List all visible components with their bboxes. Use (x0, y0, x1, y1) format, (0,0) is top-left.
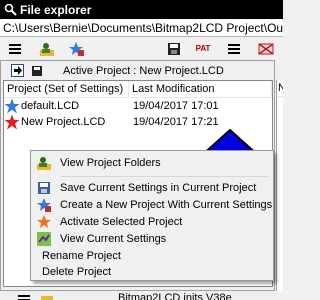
column-header-modification[interactable]: Last Modification (129, 81, 272, 97)
active-project-label: Active Project : New Project.LCD (63, 64, 224, 77)
save-icon (36, 180, 52, 196)
magnifier-icon (3, 3, 17, 17)
project-name: New Project.LCD (21, 116, 106, 128)
folder-icon[interactable] (40, 295, 54, 300)
red-star-icon (4, 114, 20, 130)
window-title: File explorer (20, 2, 92, 17)
context-menu: View Project Folders Save Current Settin… (30, 150, 274, 281)
blue-star-icon (4, 98, 20, 114)
right-panel: N (276, 80, 283, 291)
menu-item-label: Delete Project (42, 266, 112, 278)
menu-icon[interactable] (6, 40, 24, 57)
menu-item-label: View Current Settings (60, 233, 167, 245)
list-header: Project (Set of Settings) Last Modificat… (4, 81, 272, 98)
menu-icon[interactable] (17, 295, 31, 300)
project-name: default.LCD (21, 100, 80, 112)
menu-item-label: Rename Project (42, 250, 121, 262)
menu-item-view-project-folders[interactable]: View Project Folders (33, 154, 271, 172)
menu-item-delete-project[interactable]: Delete Project (33, 263, 271, 281)
activate-star-icon (36, 214, 52, 230)
view-settings-icon (36, 231, 52, 247)
star-settings-icon[interactable] (68, 40, 86, 57)
menu-separator (61, 176, 269, 177)
menu-item-label: Activate Selected Project (60, 216, 183, 228)
save-icon[interactable] (165, 40, 183, 57)
menu-item-create-project[interactable]: Create a New Project With Current Settin… (33, 196, 273, 214)
title-bar: File explorer (0, 0, 283, 19)
column-header-project[interactable]: Project (Set of Settings) (4, 81, 129, 97)
menu-item-activate-project[interactable]: Activate Selected Project (33, 213, 271, 231)
pat-icon[interactable]: PAT (194, 40, 212, 57)
menu-item-save-settings[interactable]: Save Current Settings in Current Project (33, 179, 271, 197)
activate-arrow-icon[interactable] (11, 64, 24, 77)
path-field[interactable]: C:\Users\Bernie\Documents\Bitmap2LCD Pro… (0, 20, 283, 37)
mail-delete-icon[interactable] (257, 40, 275, 57)
right-panel-header: N (278, 80, 283, 97)
save-icon[interactable] (30, 64, 43, 77)
menu-item-label: View Project Folders (60, 157, 161, 169)
list-row[interactable]: default.LCD 19/04/2017 17:01 (4, 98, 272, 114)
folder-user-icon (36, 155, 52, 171)
menu-icon[interactable] (225, 40, 243, 57)
menu-item-label: Create a New Project With Current Settin… (60, 199, 273, 211)
project-date: 19/04/2017 17:01 (133, 100, 219, 112)
menu-item-label: Save Current Settings in Current Project (60, 182, 257, 194)
new-project-icon (36, 197, 52, 213)
bottom-toolbar: Bitmap2LCD inits V38e (0, 292, 283, 300)
main-toolbar: PAT (0, 38, 283, 59)
tree-item[interactable]: Bitmap2LCD inits V38e (118, 293, 232, 300)
active-project-bar: Active Project : New Project.LCD (3, 62, 273, 79)
folder-user-icon[interactable] (38, 40, 56, 57)
menu-item-view-settings[interactable]: View Current Settings (33, 230, 271, 248)
